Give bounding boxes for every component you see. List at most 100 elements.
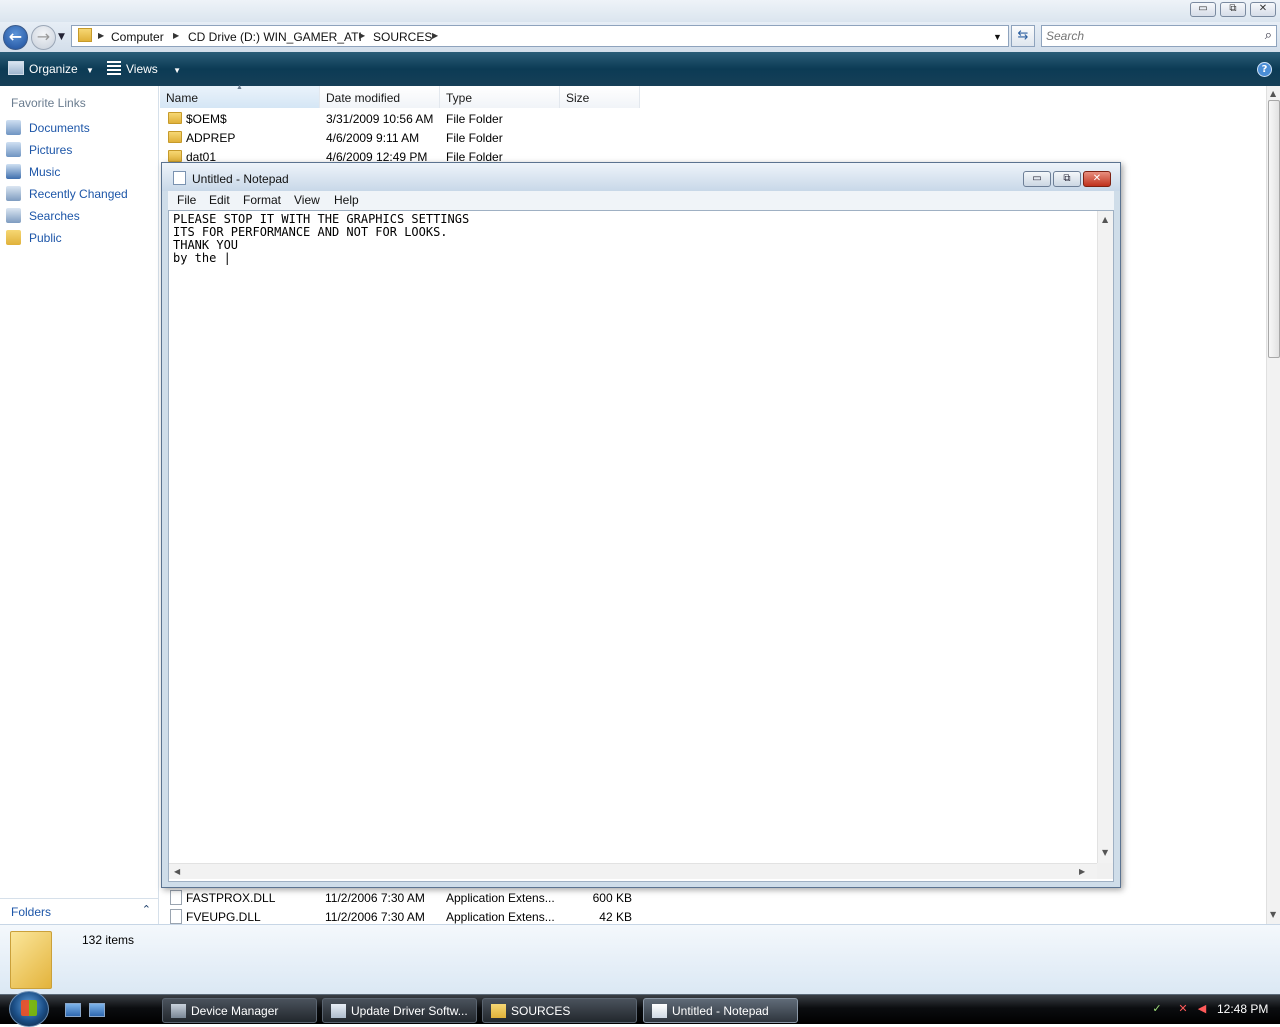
file-size: 42 KB xyxy=(599,910,632,924)
switch-windows-icon[interactable] xyxy=(89,1003,105,1017)
column-header-name[interactable]: Name ▲ xyxy=(160,84,320,108)
file-row[interactable]: $OEM$ 3/31/2009 10:56 AM File Folder xyxy=(160,110,640,129)
dll-file-icon xyxy=(170,890,182,905)
breadcrumb-cd-drive[interactable]: CD Drive (D:) WIN_GAMER_ATI xyxy=(188,30,362,44)
nav-link-label: Public xyxy=(29,231,62,245)
network-disconnected-icon[interactable]: ✕ xyxy=(1176,1002,1190,1016)
notepad-edit-area[interactable]: PLEASE STOP IT WITH THE GRAPHICS SETTING… xyxy=(168,210,1114,882)
forward-arrow-icon: → xyxy=(36,27,51,46)
scroll-up-icon[interactable]: ▲ xyxy=(1270,89,1276,98)
organize-label: Organize xyxy=(29,62,78,76)
explorer-close-button[interactable]: ✕ xyxy=(1250,2,1276,17)
file-date: 11/2/2006 7:30 AM xyxy=(325,891,425,905)
notepad-vertical-scrollbar[interactable]: ▲ ▼ xyxy=(1097,211,1113,863)
refresh-button[interactable]: ⇆ xyxy=(1011,25,1035,47)
folder-icon xyxy=(491,1004,506,1018)
folder-icon xyxy=(168,131,182,143)
search-input[interactable] xyxy=(1046,29,1246,43)
folder-icon xyxy=(168,150,182,162)
notepad-close-button[interactable]: ✕ xyxy=(1083,171,1111,187)
scroll-left-icon[interactable]: ◀ xyxy=(174,867,180,876)
notepad-title: Untitled - Notepad xyxy=(192,172,289,186)
organize-button[interactable]: Organize ▼ xyxy=(8,61,94,76)
taskbar-button-sources[interactable]: SOURCES xyxy=(482,998,637,1023)
taskbar-button-label: Untitled - Notepad xyxy=(672,1004,769,1018)
explorer-minimize-button[interactable]: ▭ xyxy=(1190,2,1216,17)
file-name: dat01 xyxy=(186,150,217,162)
notepad-maximize-button[interactable]: ⧉ xyxy=(1053,171,1081,187)
public-folder-icon xyxy=(6,230,21,245)
file-type: Application Extens... xyxy=(446,891,555,905)
clock[interactable]: 12:48 PM xyxy=(1217,1002,1268,1016)
resize-grip[interactable] xyxy=(1097,863,1113,879)
menu-file[interactable]: File xyxy=(177,193,196,207)
views-button[interactable]: Views ▼ xyxy=(107,61,181,76)
search-box[interactable]: ⌕ xyxy=(1041,25,1277,47)
column-header-date[interactable]: Date modified xyxy=(320,86,440,108)
column-header-label: Name xyxy=(166,91,199,105)
column-header-size[interactable]: Size xyxy=(560,86,640,108)
taskbar-button-update-driver[interactable]: Update Driver Softw... xyxy=(322,998,477,1023)
forward-button[interactable]: → xyxy=(31,25,56,50)
menu-format[interactable]: Format xyxy=(243,193,281,207)
show-desktop-icon[interactable] xyxy=(65,1003,81,1017)
scroll-right-icon[interactable]: ▶ xyxy=(1079,867,1085,876)
taskbar-button-label: SOURCES xyxy=(511,1004,571,1018)
file-row[interactable]: dat01 4/6/2009 12:49 PM File Folder xyxy=(160,148,640,162)
notepad-horizontal-scrollbar[interactable]: ◀ ▶ xyxy=(169,863,1097,879)
taskbar-button-device-manager[interactable]: Device Manager xyxy=(162,998,317,1023)
nav-link-music[interactable]: Music xyxy=(6,164,60,182)
back-button[interactable]: ← xyxy=(3,25,28,50)
scroll-down-icon[interactable]: ▼ xyxy=(1102,848,1108,857)
command-bar: Organize ▼ Views ▼ ? xyxy=(0,52,1280,86)
nav-link-label: Recently Changed xyxy=(29,187,128,201)
file-type: File Folder xyxy=(446,150,503,162)
folders-toggle[interactable]: Folders ⌃ xyxy=(0,898,159,924)
menu-edit[interactable]: Edit xyxy=(209,193,230,207)
notepad-minimize-button[interactable]: ▭ xyxy=(1023,171,1051,187)
scrollbar-thumb[interactable] xyxy=(1268,100,1280,358)
file-row[interactable]: ADPREP 4/6/2009 9:11 AM File Folder xyxy=(160,129,640,148)
nav-link-recently-changed[interactable]: Recently Changed xyxy=(6,186,128,204)
large-folder-icon xyxy=(10,931,52,989)
notepad-text[interactable]: PLEASE STOP IT WITH THE GRAPHICS SETTING… xyxy=(173,213,1093,861)
scroll-up-icon[interactable]: ▲ xyxy=(1102,215,1108,224)
volume-muted-icon[interactable]: ◀ xyxy=(1195,1002,1209,1016)
search-icon[interactable]: ⌕ xyxy=(1265,28,1272,43)
notepad-title-bar[interactable]: Untitled - Notepad ▭ ⧉ ✕ xyxy=(162,163,1120,191)
file-name: FASTPROX.DLL xyxy=(186,891,276,905)
address-bar[interactable]: ▶ Computer ▶ CD Drive (D:) WIN_GAMER_ATI… xyxy=(71,25,1009,47)
file-name: ADPREP xyxy=(186,131,236,145)
help-button[interactable]: ? xyxy=(1257,62,1272,77)
recent-pages-dropdown[interactable]: ▼ xyxy=(58,32,65,42)
column-header-type[interactable]: Type xyxy=(440,86,560,108)
address-folder-icon xyxy=(78,28,92,42)
breadcrumb-computer[interactable]: Computer xyxy=(111,30,164,44)
start-button[interactable] xyxy=(9,991,49,1027)
taskbar-button-notepad[interactable]: Untitled - Notepad xyxy=(643,998,798,1023)
file-type: File Folder xyxy=(446,112,503,126)
network-icon[interactable]: ✓ xyxy=(1150,1002,1164,1016)
scroll-down-icon[interactable]: ▼ xyxy=(1270,910,1276,919)
address-row: ← → ▼ ▶ Computer ▶ CD Drive (D:) WIN_GAM… xyxy=(0,22,1280,52)
notepad-window: Untitled - Notepad ▭ ⧉ ✕ File Edit Forma… xyxy=(161,162,1121,888)
explorer-maximize-button[interactable]: ⧉ xyxy=(1220,2,1246,17)
file-date: 4/6/2009 9:11 AM xyxy=(326,131,420,145)
address-dropdown-icon[interactable]: ▼ xyxy=(993,32,1002,42)
menu-help[interactable]: Help xyxy=(334,193,359,207)
music-icon xyxy=(6,164,21,179)
nav-link-label: Documents xyxy=(29,121,90,135)
file-row[interactable]: FVEUPG.DLL 11/2/2006 7:30 AM Application… xyxy=(160,908,640,924)
file-row[interactable]: FASTPROX.DLL 11/2/2006 7:30 AM Applicati… xyxy=(160,889,640,908)
file-name: $OEM$ xyxy=(186,112,227,126)
breadcrumb-sources[interactable]: SOURCES xyxy=(373,30,432,44)
explorer-title-bar[interactable]: ▭ ⧉ ✕ xyxy=(0,0,1280,22)
nav-link-pictures[interactable]: Pictures xyxy=(6,142,72,160)
nav-link-searches[interactable]: Searches xyxy=(6,208,80,226)
menu-view[interactable]: View xyxy=(294,193,320,207)
pictures-icon xyxy=(6,142,21,157)
nav-link-documents[interactable]: Documents xyxy=(6,120,90,138)
nav-link-public[interactable]: Public xyxy=(6,230,62,248)
file-date: 4/6/2009 12:49 PM xyxy=(326,150,428,162)
file-list-scrollbar[interactable]: ▲ ▼ xyxy=(1266,86,1280,924)
